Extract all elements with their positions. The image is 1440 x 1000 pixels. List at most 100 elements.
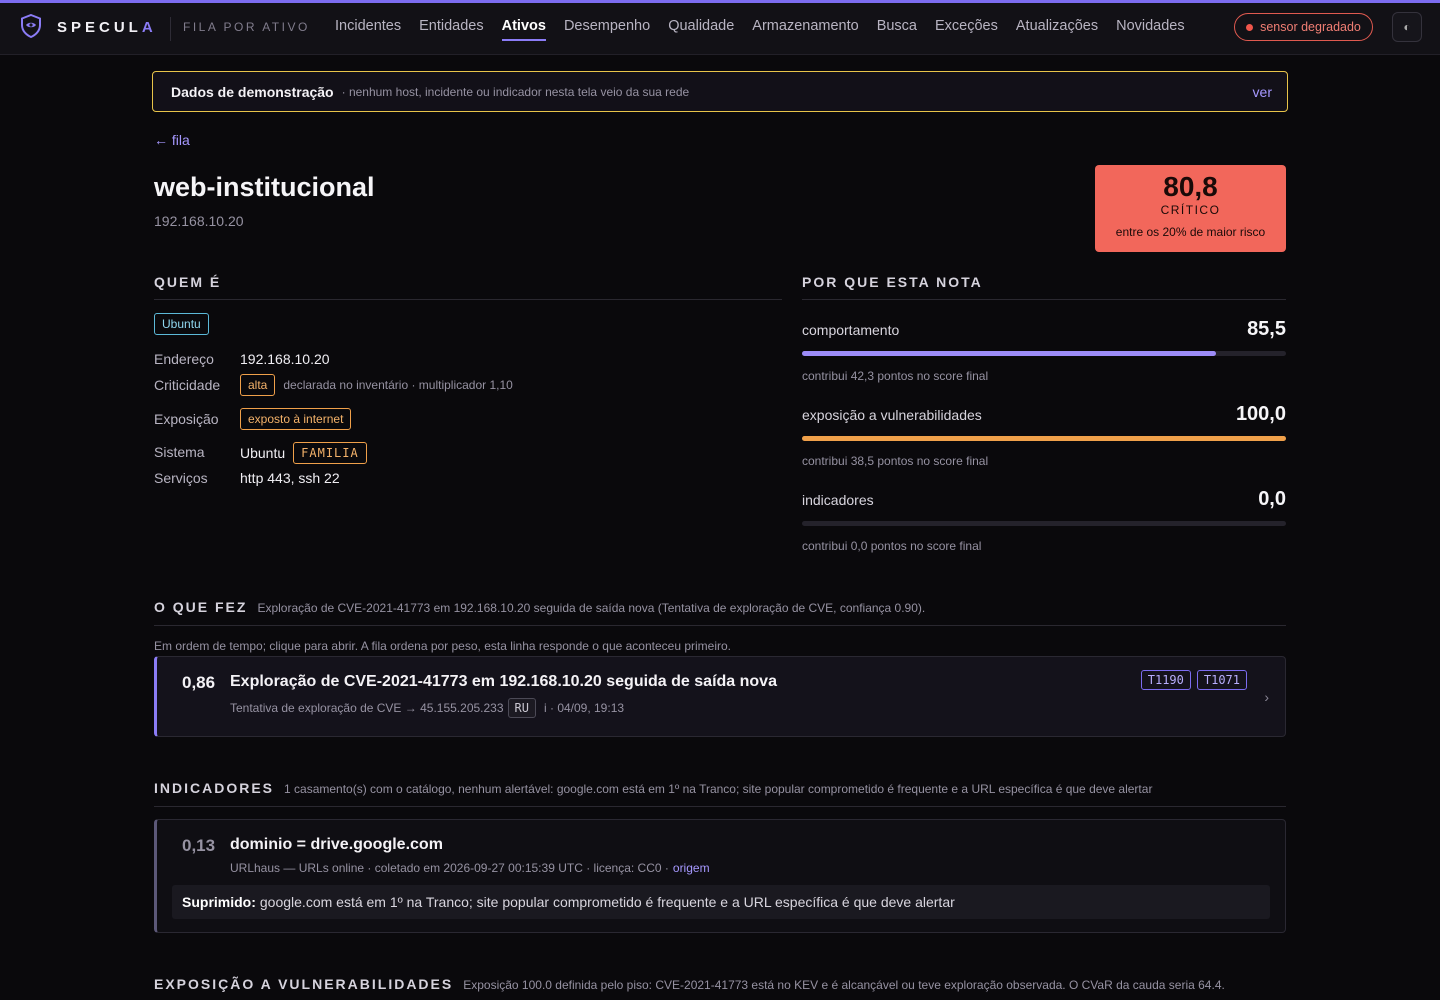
section-indicators-heading: INDICADORES 1 casamento(s) com o catálogo… [154, 780, 1152, 796]
risk-score-card: 80,8 CRÍTICO entre os 20% de maior risco [1095, 165, 1286, 252]
incident-card[interactable]: 0,86 Exploração de CVE-2021-41773 em 192… [154, 656, 1286, 737]
system-value: Ubuntu FAMILIA [240, 442, 367, 464]
demo-data-banner: Dados de demonstração · nenhum host, inc… [152, 71, 1288, 112]
nav-desempenho[interactable]: Desempenho [564, 18, 650, 41]
services-label: Serviços [154, 470, 208, 486]
indicator-origin-link[interactable]: origem [673, 861, 710, 875]
top-bar: SPECULA FILA POR ATIVO Incidentes Entida… [0, 3, 1440, 55]
risk-score-note: entre os 20% de maior risco [1115, 225, 1266, 239]
theme-toggle-button[interactable]: ◐ [1392, 12, 1422, 42]
os-tag: Ubuntu [154, 313, 209, 335]
factor-name: exposição a vulnerabilidades [802, 407, 982, 423]
system-text: Ubuntu [240, 445, 286, 461]
banner-view-link[interactable]: ver [1253, 84, 1272, 100]
view-context: FILA POR ATIVO [183, 20, 310, 34]
section-divider [154, 299, 782, 300]
section-indicators-title: INDICADORES [154, 780, 275, 796]
sensor-status-badge[interactable]: sensor degradado [1234, 13, 1373, 41]
banner-title: Dados de demonstração [171, 83, 334, 100]
section-vuln-summary: Exposição 100.0 definida pelo piso: CVE-… [463, 978, 1225, 992]
address-value: 192.168.10.20 [240, 351, 330, 367]
factor-name: indicadores [802, 492, 874, 508]
factor-value: 85,5 [1247, 318, 1286, 340]
mitre-technique-list: T1190 T1071 [1140, 670, 1247, 690]
indicator-weight: 0,13 [182, 836, 216, 855]
timeline-note: Em ordem de tempo; clique para abrir. A … [154, 639, 732, 653]
nav-entidades[interactable]: Entidades [419, 18, 484, 41]
criticality-label: Criticidade [154, 377, 221, 393]
section-who-heading: QUEM É [154, 274, 222, 290]
nav-armazenamento[interactable]: Armazenamento [752, 18, 858, 41]
exposure-value: exposto à internet [240, 408, 352, 430]
back-to-queue-link[interactable]: ← fila [154, 132, 190, 148]
nav-novidades[interactable]: Novidades [1116, 18, 1185, 41]
nav-atualizacoes[interactable]: Atualizações [1016, 18, 1098, 41]
incident-subtitle: Tentativa de exploração de CVE → 45.155.… [230, 698, 624, 718]
indicator-source: URLhaus — URLs online · coletado em 2026… [230, 861, 710, 875]
sensor-status-text: sensor degradado [1260, 20, 1361, 34]
factor-contribution: contribui 42,3 pontos no score final [802, 369, 989, 383]
half-circle-icon: ◐ [1403, 20, 1411, 34]
exposure-tag: exposto à internet [240, 408, 352, 430]
factor-name: comportamento [802, 322, 900, 338]
factor-bar-fill [802, 351, 1216, 356]
incident-weight: 0,86 [182, 673, 216, 692]
criticality-value: alta declarada no inventário · multiplic… [240, 374, 513, 396]
nav-incidentes[interactable]: Incidentes [335, 18, 401, 41]
host-ip: 192.168.10.20 [154, 213, 244, 229]
section-divider [154, 625, 1286, 626]
factor-bar-track [802, 521, 1286, 526]
factor-bar-track [802, 351, 1286, 356]
factor-value: 100,0 [1235, 403, 1286, 425]
mitre-technique-tag[interactable]: T1071 [1196, 670, 1247, 690]
banner-note: · nenhum host, incidente ou indicador ne… [341, 84, 690, 99]
system-family-tag: FAMILIA [293, 442, 367, 464]
indicator-title: dominio = drive.google.com [230, 836, 443, 853]
nav-ativos[interactable]: Ativos [501, 18, 546, 41]
risk-score-value: 80,8 [1163, 171, 1218, 202]
section-vuln-title: EXPOSIÇÃO A VULNERABILIDADES [154, 976, 454, 992]
section-did-heading: O QUE FEZ Exploração de CVE-2021-41773 em… [154, 599, 925, 615]
shield-eye-logo-icon [21, 14, 41, 38]
section-indicators-summary: 1 casamento(s) com o catálogo, nenhum al… [284, 782, 1153, 796]
factor-bar-track [802, 436, 1286, 441]
page-title: web-institucional [154, 172, 375, 202]
status-dot-icon [1246, 23, 1254, 31]
section-why-heading: POR QUE ESTA NOTA [802, 274, 983, 290]
suppression-text: google.com está em 1º na Tranco; site po… [259, 894, 955, 910]
brand-main: SPECUL [57, 19, 142, 36]
indicator-card: 0,13 dominio = drive.google.com URLhaus … [154, 819, 1286, 933]
system-label: Sistema [154, 444, 205, 460]
nav-excecoes[interactable]: Exceções [935, 18, 998, 41]
brand-accent: A [141, 19, 157, 36]
services-value: http 443, ssh 22 [240, 470, 340, 486]
address-label: Endereço [154, 351, 214, 367]
mitre-technique-tag[interactable]: T1190 [1140, 670, 1191, 690]
factor-contribution: contribui 0,0 pontos no score final [802, 539, 982, 553]
chevron-right-icon: › [1264, 689, 1269, 705]
section-divider [154, 806, 1286, 807]
section-did-title: O QUE FEZ [154, 599, 248, 615]
incident-title: Exploração de CVE-2021-41773 em 192.168.… [230, 673, 777, 690]
section-vuln-heading: EXPOSIÇÃO A VULNERABILIDADES Exposição 10… [154, 976, 1225, 992]
suppression-note: Suprimido: google.com está em 1º na Tran… [172, 885, 1270, 919]
criticality-note: declarada no inventário · multiplicador … [283, 378, 513, 392]
risk-score-level: CRÍTICO [1160, 203, 1221, 217]
section-divider [802, 299, 1286, 300]
nav-qualidade[interactable]: Qualidade [668, 18, 734, 41]
incident-detection: Tentativa de exploração de CVE → 45.155.… [230, 701, 504, 715]
nav-busca[interactable]: Busca [877, 18, 917, 41]
country-tag: RU [507, 698, 536, 718]
incident-time: i · 04/09, 19:13 [543, 701, 625, 715]
main-nav: Incidentes Entidades Ativos Desempenho Q… [335, 18, 1185, 41]
brand-divider [170, 17, 171, 41]
services-text: http 443, ssh 22 [240, 470, 340, 486]
address-text: 192.168.10.20 [240, 351, 330, 367]
factor-contribution: contribui 38,5 pontos no score final [802, 454, 989, 468]
exposure-label: Exposição [154, 411, 219, 427]
factor-value: 0,0 [1258, 488, 1286, 510]
factor-bar-fill [802, 436, 1286, 441]
brand-name[interactable]: SPECULA [57, 19, 157, 36]
suppression-label: Suprimido: [182, 894, 256, 910]
criticality-tag: alta [240, 374, 276, 396]
